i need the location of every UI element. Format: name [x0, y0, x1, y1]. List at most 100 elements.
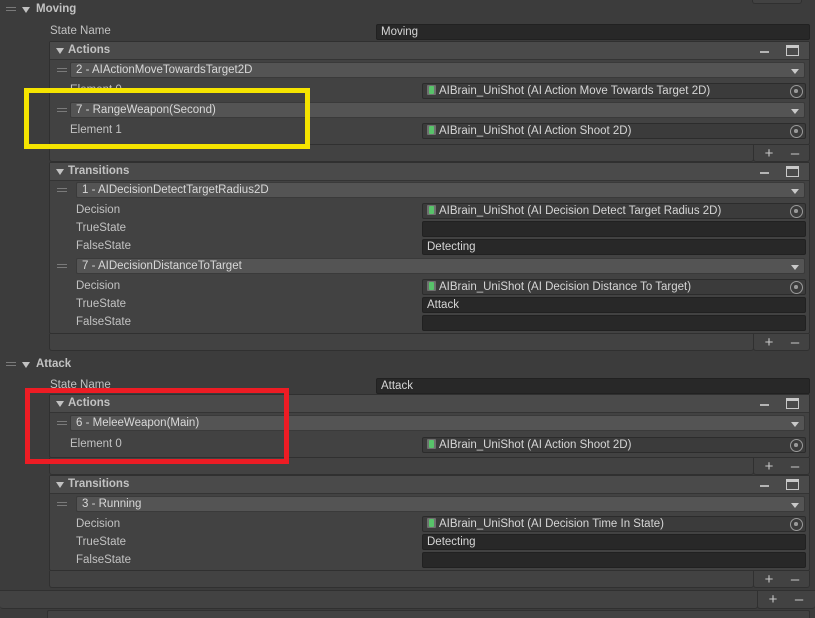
state-name-moving: Moving — [36, 3, 77, 15]
foldout-triangle-icon[interactable] — [22, 362, 30, 368]
state-name-input-moving[interactable]: Moving — [376, 24, 810, 40]
element-drag-handle-icon[interactable] — [57, 264, 67, 271]
transitions-add-button-moving[interactable]: + — [760, 334, 778, 351]
actions-remove-button-attack[interactable]: – — [786, 458, 804, 475]
transitions-footer-bar-moving — [49, 334, 754, 351]
object-picker-icon[interactable] — [790, 85, 803, 98]
transition-falsestate-input-1-moving[interactable] — [422, 315, 806, 331]
foldout-triangle-icon[interactable] — [22, 7, 30, 13]
action-object-field-0-attack[interactable]: AIBrain_UniShot (AI Action Shoot 2D) — [422, 437, 806, 453]
unity-inspector-root: Moving State Name Moving Actions 2 - AIA… — [0, 0, 815, 618]
drag-handle-icon[interactable] — [6, 7, 16, 14]
action-type-label-0-attack: 6 - MeleeWeapon(Main) — [76, 417, 200, 429]
transitions-list-header-moving[interactable]: Transitions — [50, 163, 809, 181]
state-name-attack: Attack — [36, 358, 72, 370]
actions-footer-bar-moving — [49, 145, 754, 162]
transitions-add-button-attack[interactable]: + — [760, 571, 778, 588]
action-object-value-0-attack: AIBrain_UniShot (AI Action Shoot 2D) — [439, 439, 632, 451]
transitions-footer-bar-attack — [49, 571, 754, 588]
action-object-value-0-moving: AIBrain_UniShot (AI Action Move Towards … — [439, 85, 711, 97]
action-type-popup-0-attack[interactable]: 6 - MeleeWeapon(Main) — [70, 415, 805, 431]
object-picker-icon[interactable] — [790, 439, 803, 452]
transitions-remove-button-moving[interactable]: – — [786, 334, 804, 351]
next-panel-partial — [47, 610, 810, 618]
transition-decision-label-0-attack: Decision — [76, 518, 121, 530]
actions-list-header-moving[interactable]: Actions — [50, 42, 809, 60]
drag-handle-icon[interactable] — [6, 362, 16, 369]
transition-truestate-label-0-moving: TrueState — [76, 222, 127, 234]
transitions-maximize-icon-attack[interactable] — [786, 479, 799, 490]
transition-decision-field-0-moving[interactable]: AIBrain_UniShot (AI Decision Detect Targ… — [422, 203, 806, 219]
element-drag-handle-icon[interactable] — [57, 188, 67, 195]
transition-type-label-0-attack: 3 - Running — [82, 498, 142, 510]
states-add-button[interactable]: + — [764, 591, 782, 608]
actions-foldout-triangle-icon[interactable] — [56, 48, 64, 54]
transition-decision-value-0-attack: AIBrain_UniShot (AI Decision Time In Sta… — [439, 518, 664, 530]
states-footer-bar — [0, 591, 758, 609]
chevron-down-icon[interactable] — [791, 265, 799, 270]
transitions-collapse-icon-attack[interactable] — [760, 485, 769, 487]
state-name-row-moving: State Name Moving — [0, 22, 815, 41]
action-object-field-0-moving[interactable]: AIBrain_UniShot (AI Action Move Towards … — [422, 83, 806, 99]
transition-decision-label-1-moving: Decision — [76, 280, 121, 292]
transition-decision-value-1-moving: AIBrain_UniShot (AI Decision Distance To… — [439, 281, 692, 293]
transition-type-popup-0-moving[interactable]: 1 - AIDecisionDetectTargetRadius2D — [76, 182, 805, 198]
actions-maximize-icon-attack[interactable] — [786, 398, 799, 409]
actions-add-button-moving[interactable]: + — [760, 145, 778, 162]
actions-collapse-icon-moving[interactable] — [760, 51, 769, 53]
action-element-label-0-attack: Element 0 — [70, 438, 122, 450]
actions-title-moving: Actions — [68, 44, 111, 56]
object-picker-icon[interactable] — [790, 518, 803, 531]
element-drag-handle-icon[interactable] — [57, 108, 67, 115]
transitions-foldout-triangle-icon[interactable] — [56, 169, 64, 175]
transitions-foldout-triangle-icon[interactable] — [56, 482, 64, 488]
object-picker-icon[interactable] — [790, 205, 803, 218]
action-element-label-0-moving: Element 0 — [70, 84, 122, 96]
state-header-attack[interactable]: Attack — [0, 355, 815, 374]
script-icon — [427, 205, 436, 215]
transition-truestate-input-0-attack[interactable]: Detecting — [422, 534, 806, 550]
chevron-down-icon[interactable] — [791, 109, 799, 114]
script-icon — [427, 518, 436, 528]
transitions-remove-button-attack[interactable]: – — [786, 571, 804, 588]
action-object-field-1-moving[interactable]: AIBrain_UniShot (AI Action Shoot 2D) — [422, 123, 806, 139]
action-type-popup-1-moving[interactable]: 7 - RangeWeapon(Second) — [70, 102, 805, 118]
transition-falsestate-input-0-moving[interactable]: Detecting — [422, 239, 806, 255]
element-drag-handle-icon[interactable] — [57, 68, 67, 75]
actions-collapse-icon-attack[interactable] — [760, 404, 769, 406]
transition-type-popup-1-moving[interactable]: 7 - AIDecisionDistanceToTarget — [76, 258, 805, 274]
script-icon — [427, 85, 436, 95]
chevron-down-icon[interactable] — [791, 503, 799, 508]
transition-truestate-input-1-moving[interactable]: Attack — [422, 297, 806, 313]
chevron-down-icon[interactable] — [791, 189, 799, 194]
element-drag-handle-icon[interactable] — [57, 502, 67, 509]
transition-decision-field-1-moving[interactable]: AIBrain_UniShot (AI Decision Distance To… — [422, 279, 806, 295]
action-type-popup-0-moving[interactable]: 2 - AIActionMoveTowardsTarget2D — [70, 62, 805, 78]
actions-foldout-triangle-icon[interactable] — [56, 401, 64, 407]
states-remove-button[interactable]: – — [790, 591, 808, 608]
actions-footer-bar-attack — [49, 458, 754, 475]
actions-add-button-attack[interactable]: + — [760, 458, 778, 475]
chevron-down-icon[interactable] — [791, 422, 799, 427]
transition-truestate-input-0-moving[interactable] — [422, 221, 806, 237]
state-header-moving[interactable]: Moving — [0, 0, 815, 19]
transition-falsestate-label-0-attack: FalseState — [76, 554, 131, 566]
transition-falsestate-label-1-moving: FalseState — [76, 316, 131, 328]
actions-list-header-attack[interactable]: Actions — [50, 395, 809, 413]
action-object-value-1-moving: AIBrain_UniShot (AI Action Shoot 2D) — [439, 125, 632, 137]
object-picker-icon[interactable] — [790, 281, 803, 294]
state-name-input-attack[interactable]: Attack — [376, 378, 810, 394]
transition-type-popup-0-attack[interactable]: 3 - Running — [76, 496, 805, 512]
transition-falsestate-input-0-attack[interactable] — [422, 552, 806, 568]
transitions-maximize-icon-moving[interactable] — [786, 166, 799, 177]
object-picker-icon[interactable] — [790, 125, 803, 138]
transitions-collapse-icon-moving[interactable] — [760, 172, 769, 174]
actions-maximize-icon-moving[interactable] — [786, 45, 799, 56]
chevron-down-icon[interactable] — [791, 69, 799, 74]
state-name-label-attack: State Name — [50, 379, 111, 391]
element-drag-handle-icon[interactable] — [57, 421, 67, 428]
actions-remove-button-moving[interactable]: – — [786, 145, 804, 162]
transition-decision-field-0-attack[interactable]: AIBrain_UniShot (AI Decision Time In Sta… — [422, 516, 806, 532]
transitions-list-header-attack[interactable]: Transitions — [50, 476, 809, 494]
state-name-label-moving: State Name — [50, 25, 111, 37]
